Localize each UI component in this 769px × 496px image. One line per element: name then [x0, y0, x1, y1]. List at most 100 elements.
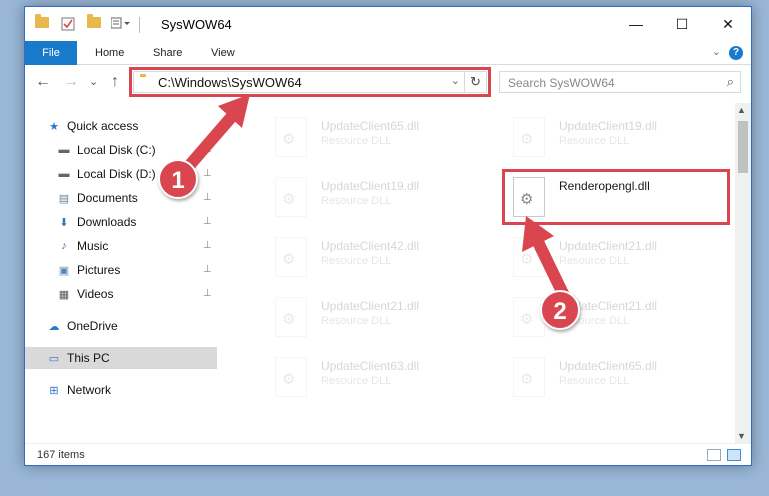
scrollbar-thumb[interactable] [738, 121, 748, 173]
sidebar-item-network[interactable]: ⊞ Network [47, 379, 111, 401]
sidebar-item-pictures[interactable]: ▣ Pictures [57, 259, 121, 281]
file-type: Resource DLL [321, 375, 392, 387]
file-tile[interactable]: ⚙ UpdateClient19.dll Resource DLL [499, 113, 729, 165]
sidebar-item-label: Local Disk (D:) [77, 167, 156, 181]
pin-icon[interactable]: ⊥ [203, 288, 212, 299]
up-button[interactable]: ↑ [111, 73, 119, 91]
ribbon-tabs: File Home Share View ⌄ ? [25, 41, 751, 93]
file-tile[interactable]: ⚙ UpdateClient19.dll Resource DLL [261, 173, 491, 225]
pictures-icon: ▣ [58, 264, 70, 277]
tab-share[interactable]: Share [141, 41, 194, 65]
back-button[interactable]: ← [35, 73, 51, 91]
file-name: UpdateClient63.dll [321, 359, 420, 373]
tab-home[interactable]: Home [83, 41, 136, 65]
sidebar-item-label: Downloads [77, 215, 137, 229]
gear-icon: ⚙ [282, 191, 296, 208]
sidebar-item-local-disk-d[interactable]: ▬ Local Disk (D:) [57, 163, 156, 185]
forward-button[interactable]: → [63, 73, 79, 91]
recent-locations-button[interactable]: ⌄ [89, 75, 98, 88]
file-tile[interactable]: ⚙ UpdateClient65.dll Resource DLL [261, 113, 491, 165]
scroll-down-icon[interactable]: ▼ [737, 431, 746, 441]
file-tile[interactable]: ⚙ UpdateClient63.dll Resource DLL [261, 353, 491, 405]
gear-icon: ⚙ [282, 131, 296, 148]
ribbon-expand-icon[interactable]: ⌄ [712, 45, 721, 58]
item-count: 167 items [37, 449, 85, 461]
sidebar-item-local-disk-c[interactable]: ▬ Local Disk (C:) [57, 139, 156, 161]
sidebar-item-this-pc[interactable]: ▭ This PC [25, 347, 217, 369]
maximize-button[interactable]: ☐ [659, 7, 705, 41]
file-type: Resource DLL [321, 315, 392, 327]
dll-file-icon: ⚙ [275, 297, 307, 337]
network-icon: ⊞ [49, 384, 59, 397]
gear-icon: ⚙ [520, 131, 534, 148]
tiles-view-icon[interactable] [727, 449, 741, 461]
gear-icon: ⚙ [282, 311, 296, 328]
sidebar-item-videos[interactable]: ▦ Videos [57, 283, 114, 305]
file-name: UpdateClient65.dll [321, 119, 420, 133]
search-icon[interactable]: ⌕ [727, 74, 734, 90]
gear-icon: ⚙ [520, 371, 534, 388]
tab-view[interactable]: View [199, 41, 247, 65]
dll-file-icon: ⚙ [513, 357, 545, 397]
file-type: Resource DLL [559, 375, 630, 387]
onedrive-icon: ☁ [48, 320, 60, 333]
customize-toolbar-button[interactable] [111, 17, 131, 29]
folder-icon [35, 14, 49, 28]
file-name: UpdateClient19.dll [559, 119, 658, 133]
dll-file-icon: ⚙ [275, 357, 307, 397]
downloads-icon: ⬇ [59, 216, 69, 229]
dll-file-icon: ⚙ [513, 117, 545, 157]
step-1-badge: 1 [158, 159, 198, 199]
sidebar-item-quick-access[interactable]: ★ Quick access [47, 115, 138, 137]
file-type: Resource DLL [321, 135, 392, 147]
sidebar-item-music[interactable]: ♪ Music [57, 235, 108, 257]
view-menu-icon [111, 17, 130, 29]
help-icon[interactable]: ? [729, 46, 743, 60]
sidebar-item-label: Local Disk (C:) [77, 143, 156, 157]
file-tile[interactable]: ⚙ UpdateClient21.dll Resource DLL [261, 293, 491, 345]
music-icon: ♪ [61, 240, 67, 252]
details-view-icon[interactable] [707, 449, 721, 461]
pin-icon[interactable]: ⊥ [203, 264, 212, 275]
scroll-up-icon[interactable]: ▲ [737, 105, 746, 115]
sidebar-item-label: OneDrive [67, 319, 118, 333]
this-pc-icon: ▭ [48, 352, 60, 365]
documents-icon: ▤ [58, 192, 70, 205]
gear-icon: ⚙ [282, 251, 296, 268]
title-bar: SysWOW64 — ☐ ✕ [25, 7, 751, 41]
new-folder-quick-button[interactable] [87, 14, 101, 28]
gear-icon: ⚙ [282, 371, 296, 388]
videos-icon: ▦ [58, 288, 70, 301]
close-button[interactable]: ✕ [705, 7, 751, 41]
sidebar-item-label: Videos [77, 287, 114, 301]
search-placeholder: Search SysWOW64 [508, 76, 615, 90]
dll-file-icon: ⚙ [275, 117, 307, 157]
status-bar: 167 items [25, 443, 751, 465]
file-type: Resource DLL [321, 255, 392, 267]
step-2-badge: 2 [540, 290, 580, 330]
sidebar-item-downloads[interactable]: ⬇ Downloads [57, 211, 136, 233]
file-type: Resource DLL [321, 195, 392, 207]
vertical-scrollbar[interactable]: ▲ ▼ [735, 103, 751, 443]
explorer-window: SysWOW64 — ☐ ✕ File Home Share View ⌄ ? … [24, 6, 752, 466]
minimize-button[interactable]: — [613, 7, 659, 41]
search-input[interactable]: Search SysWOW64 ⌕ [499, 71, 741, 93]
file-name: UpdateClient19.dll [321, 179, 420, 193]
pin-icon[interactable]: ⊥ [203, 240, 212, 251]
file-type: Resource DLL [559, 135, 630, 147]
sidebar-item-label: Music [77, 239, 109, 253]
file-tile[interactable]: ⚙ UpdateClient42.dll Resource DLL [261, 233, 491, 285]
sidebar-item-onedrive[interactable]: ☁ OneDrive [47, 315, 118, 337]
file-name: UpdateClient42.dll [321, 239, 420, 253]
window-title: SysWOW64 [161, 17, 232, 32]
sidebar-item-label: This PC [67, 351, 110, 365]
star-icon: ★ [49, 120, 59, 133]
checklist-icon [61, 17, 75, 31]
pin-icon[interactable]: ⊥ [203, 216, 212, 227]
file-name: UpdateClient21.dll [321, 299, 420, 313]
dll-file-icon: ⚙ [275, 177, 307, 217]
properties-quick-button[interactable] [61, 17, 75, 31]
file-tile[interactable]: ⚙ UpdateClient65.dll Resource DLL [499, 353, 729, 405]
sidebar-item-documents[interactable]: ▤ Documents [57, 187, 138, 209]
sidebar-item-label: Quick access [67, 119, 139, 133]
